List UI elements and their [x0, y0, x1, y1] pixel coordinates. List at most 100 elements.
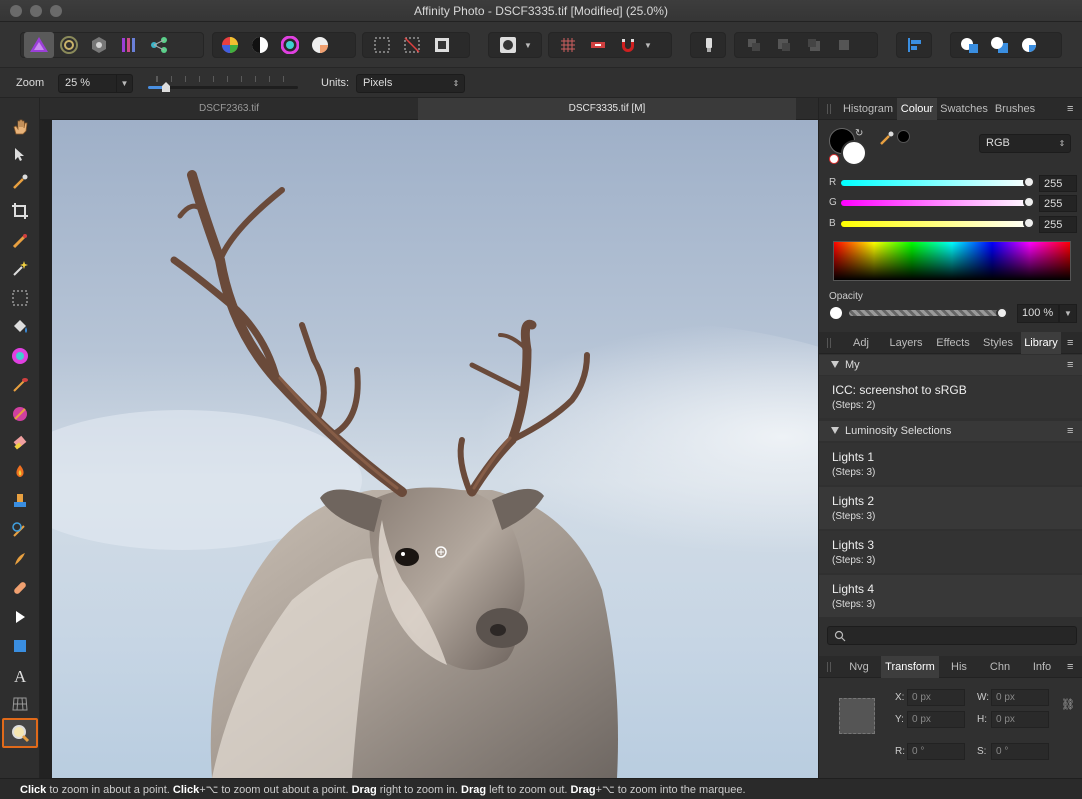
colour-spectrum[interactable]: [833, 241, 1071, 281]
green-slider-knob[interactable]: [1023, 196, 1035, 208]
tab-adj[interactable]: Adj: [841, 332, 881, 354]
zoom-tool-icon[interactable]: [2, 718, 38, 748]
flood-fill-tool-icon[interactable]: [7, 314, 33, 340]
deselect-icon[interactable]: [397, 32, 427, 58]
picked-colour-swatch[interactable]: [897, 130, 910, 143]
doc-tab-dscf2363[interactable]: DSCF2363.tif: [40, 98, 418, 120]
y-field[interactable]: 0 px: [907, 711, 965, 728]
arrange-front-icon[interactable]: [829, 32, 859, 58]
smudge-tool-icon[interactable]: [7, 546, 33, 572]
node-tool-icon[interactable]: [7, 604, 33, 630]
tab-transform[interactable]: Transform: [881, 656, 939, 678]
canvas-area[interactable]: [40, 120, 818, 778]
selection-brush-tool-icon[interactable]: [7, 228, 33, 254]
flood-select-tool-icon[interactable]: [7, 256, 33, 282]
quick-mask-icon[interactable]: [493, 32, 523, 58]
green-slider[interactable]: [841, 200, 1031, 206]
crop-tool-icon[interactable]: [7, 198, 33, 224]
tab-histogram[interactable]: Histogram: [839, 98, 897, 120]
boolean-add-icon[interactable]: [955, 32, 985, 58]
boolean-intersect-icon[interactable]: [1015, 32, 1045, 58]
undo-brush-tool-icon[interactable]: [7, 517, 33, 543]
library-item[interactable]: Lights 2 (Steps: 3): [819, 487, 1082, 529]
marquee-select-icon[interactable]: [367, 32, 397, 58]
panel-grip-icon[interactable]: [827, 338, 831, 348]
library-item[interactable]: Lights 3 (Steps: 3): [819, 531, 1082, 573]
paint-brush-tool-icon[interactable]: [7, 372, 33, 398]
panel-menu-icon[interactable]: ≡: [1067, 661, 1079, 673]
dodge-tool-icon[interactable]: [7, 459, 33, 485]
section-menu-icon[interactable]: ≡: [1067, 425, 1079, 437]
contrast-icon[interactable]: [245, 32, 275, 58]
clone-tool-icon[interactable]: [7, 488, 33, 514]
opacity-slider[interactable]: [849, 310, 1003, 316]
tab-history[interactable]: His: [941, 656, 977, 678]
hand-tool-icon[interactable]: [7, 114, 33, 140]
opacity-dropdown-icon[interactable]: ▼: [1059, 304, 1077, 323]
blue-slider-knob[interactable]: [1023, 217, 1035, 229]
panel-grip-icon[interactable]: [827, 104, 831, 114]
red-value-field[interactable]: 255: [1039, 175, 1077, 192]
secondary-colour-well[interactable]: [841, 140, 867, 166]
tab-navigator[interactable]: Nvg: [841, 656, 877, 678]
library-item[interactable]: Lights 1 (Steps: 3): [819, 443, 1082, 485]
zoom-slider[interactable]: [146, 74, 300, 92]
export-persona-icon[interactable]: [144, 32, 174, 58]
healing-tool-icon[interactable]: [7, 575, 33, 601]
x-field[interactable]: 0 px: [907, 689, 965, 706]
affinity-photo-persona-icon[interactable]: [24, 32, 54, 58]
tab-library[interactable]: Library: [1021, 332, 1061, 354]
library-search-input[interactable]: [827, 626, 1077, 645]
blue-slider[interactable]: [841, 221, 1031, 227]
w-field[interactable]: 0 px: [991, 689, 1049, 706]
liquify-persona-icon[interactable]: [54, 32, 84, 58]
assistant-icon[interactable]: [583, 32, 613, 58]
move-tool-icon[interactable]: [7, 141, 33, 167]
zoom-slider-knob[interactable]: [162, 82, 170, 92]
units-select[interactable]: Pixels ⇕: [356, 74, 465, 93]
tab-brushes[interactable]: Brushes: [991, 98, 1039, 120]
tab-styles[interactable]: Styles: [977, 332, 1019, 354]
arrange-backward-icon[interactable]: [769, 32, 799, 58]
link-icon[interactable]: ⛓: [1061, 698, 1075, 711]
hue-ring-icon[interactable]: [275, 32, 305, 58]
zoom-select[interactable]: 25 % ▼: [58, 74, 133, 93]
pen-icon[interactable]: [694, 32, 724, 58]
rectangle-tool-icon[interactable]: [7, 633, 33, 659]
reindeer-photo[interactable]: [52, 120, 818, 778]
swap-colours-icon[interactable]: ↻: [855, 128, 863, 139]
quick-mask-dropdown-icon[interactable]: ▼: [523, 32, 533, 58]
section-menu-icon[interactable]: ≡: [1067, 359, 1079, 371]
tab-info[interactable]: Info: [1023, 656, 1061, 678]
snapping-icon[interactable]: [613, 32, 643, 58]
tab-swatches[interactable]: Swatches: [937, 98, 991, 120]
opacity-field[interactable]: 100 %: [1017, 304, 1059, 323]
color-picker-tool-icon[interactable]: [7, 169, 33, 195]
boolean-subtract-icon[interactable]: [985, 32, 1015, 58]
tab-effects[interactable]: Effects: [931, 332, 975, 354]
anchor-selector[interactable]: [839, 698, 875, 734]
panel-grip-icon[interactable]: [827, 662, 831, 672]
white-balance-icon[interactable]: [305, 32, 335, 58]
tab-layers[interactable]: Layers: [885, 332, 927, 354]
opacity-slider-knob[interactable]: [996, 307, 1008, 319]
blue-value-field[interactable]: 255: [1039, 216, 1077, 233]
arrange-forward-icon[interactable]: [799, 32, 829, 58]
tone-mapping-persona-icon[interactable]: [114, 32, 144, 58]
color-replacement-tool-icon[interactable]: [7, 401, 33, 427]
marquee-tool-icon[interactable]: [7, 285, 33, 311]
green-value-field[interactable]: 255: [1039, 195, 1077, 212]
color-wheel-icon[interactable]: [215, 32, 245, 58]
eyedropper-icon[interactable]: [879, 130, 895, 149]
panel-menu-icon[interactable]: ≡: [1067, 103, 1079, 115]
align-icon[interactable]: [900, 32, 930, 58]
gradient-tool-icon[interactable]: [7, 343, 33, 369]
arrange-back-icon[interactable]: [739, 32, 769, 58]
red-slider[interactable]: [841, 180, 1031, 186]
colour-model-select[interactable]: RGB ⇕: [979, 134, 1071, 153]
mesh-warp-tool-icon[interactable]: [7, 691, 33, 717]
library-item[interactable]: ICC: screenshot to sRGB (Steps: 2): [819, 376, 1082, 418]
shear-field[interactable]: 0 °: [991, 743, 1049, 760]
erase-tool-icon[interactable]: [7, 430, 33, 456]
panel-menu-icon[interactable]: ≡: [1067, 337, 1079, 349]
